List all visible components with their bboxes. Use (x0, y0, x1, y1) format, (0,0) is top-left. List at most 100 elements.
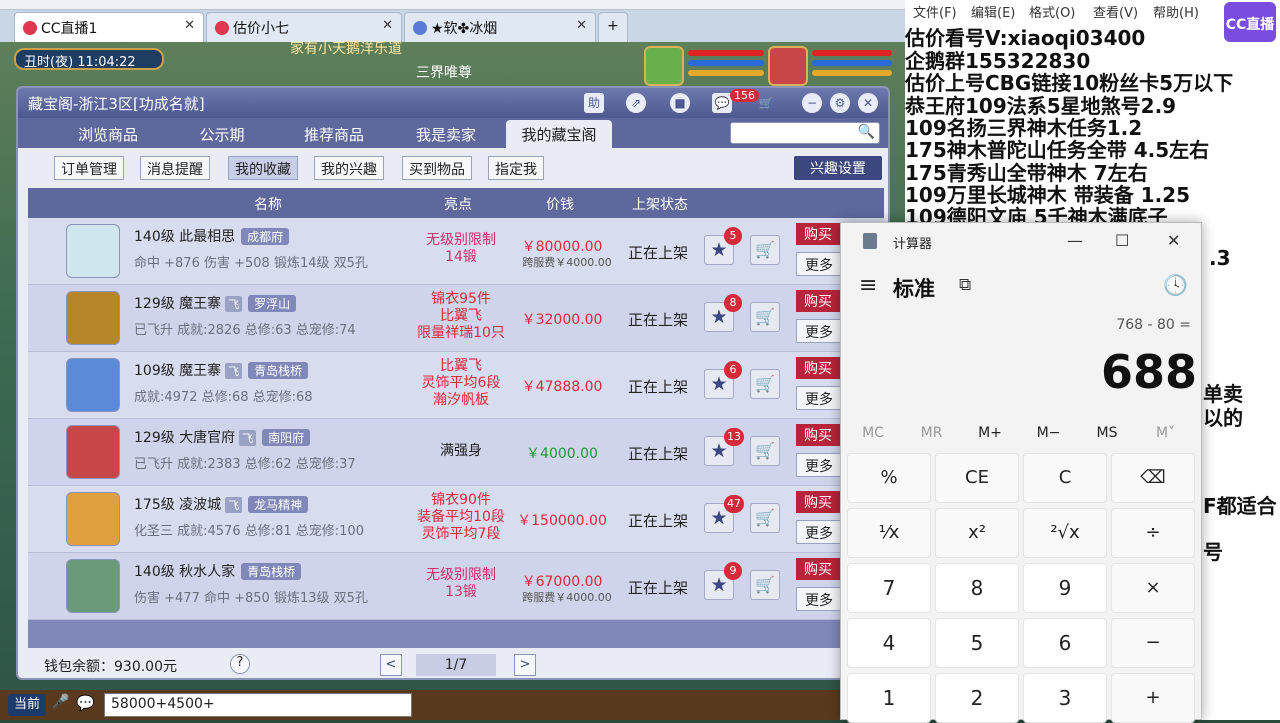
chat-input[interactable]: 58000+4500+ (104, 693, 412, 717)
memory-mc-button[interactable]: MC (845, 425, 901, 441)
channel-current-button[interactable]: 当前 (8, 694, 46, 716)
help-button[interactable]: ? (230, 654, 250, 674)
memory-m-plus-button[interactable]: M+ (962, 425, 1018, 441)
digit-8-key[interactable]: 8 (935, 563, 1019, 613)
table-row[interactable]: 129级 大唐官府飞南阳府 已飞升 成就:2383 总修:62 总宠修:37 满… (28, 419, 884, 486)
tab-browse[interactable]: 浏览商品 (60, 120, 156, 148)
add-to-cart-icon[interactable]: 🛒 (750, 503, 780, 533)
subtab-messages[interactable]: 消息提醒 (140, 156, 210, 180)
operator-key[interactable]: ÷ (1111, 508, 1195, 558)
cart-icon[interactable]: 🛒 (756, 93, 776, 113)
tab-recommended[interactable]: 推荐商品 (286, 120, 382, 148)
menu-format[interactable]: 格式(O) (1029, 2, 1075, 21)
digit-2-key[interactable]: 2 (935, 673, 1019, 723)
item-thumbnail[interactable] (66, 224, 120, 278)
emoji-icon[interactable]: 💬 (76, 694, 98, 716)
stop-icon[interactable]: ■ (670, 93, 690, 113)
minimize-icon[interactable]: — (1067, 231, 1083, 250)
item-thumbnail[interactable] (66, 425, 120, 479)
operator-key[interactable]: ⌫ (1111, 453, 1195, 503)
operator-key[interactable]: ²√x (1023, 508, 1107, 558)
table-row[interactable]: 109级 魔王寨飞青岛栈桥 成就:4972 总修:68 总宠修:68 比翼飞 灵饰… (28, 352, 884, 419)
player-portrait[interactable] (768, 46, 808, 86)
subtab-interests[interactable]: 我的兴趣 (314, 156, 384, 180)
settings-gear-icon[interactable]: ⚙ (830, 93, 850, 113)
item-title[interactable]: 109级 魔王寨飞青岛栈桥 (134, 360, 309, 380)
menu-file[interactable]: 文件(F) (913, 2, 957, 21)
share-icon[interactable]: ⇗ (626, 93, 646, 113)
search-input[interactable]: 🔍 (730, 122, 880, 144)
item-title[interactable]: 129级 魔王寨飞罗浮山 (134, 293, 297, 313)
add-to-cart-icon[interactable]: 🛒 (750, 369, 780, 399)
digit-3-key[interactable]: 3 (1023, 673, 1107, 723)
digit-5-key[interactable]: 5 (935, 618, 1019, 668)
item-thumbnail[interactable] (66, 492, 120, 546)
close-icon[interactable]: ✕ (576, 18, 587, 33)
subtab-favorites[interactable]: 我的收藏 (228, 156, 298, 180)
operator-key[interactable]: − (1111, 618, 1195, 668)
nav-tabs: 浏览商品 公示期 推荐商品 我是卖家 我的藏宝阁 🔍 (18, 118, 888, 148)
close-icon[interactable]: ✕ (382, 18, 393, 33)
tab-my-pavilion[interactable]: 我的藏宝阁 (506, 120, 612, 148)
minimize-icon[interactable]: − (802, 93, 822, 113)
message-icon[interactable]: 💬 (712, 93, 732, 113)
pet-portrait[interactable] (644, 46, 684, 86)
operator-key[interactable]: ¹⁄x (847, 508, 931, 558)
add-to-cart-icon[interactable]: 🛒 (750, 302, 780, 332)
search-icon[interactable]: 🔍 (858, 124, 875, 140)
help-icon[interactable]: 助 (584, 93, 604, 113)
item-title[interactable]: 129级 大唐官府飞南阳府 (134, 427, 311, 447)
menu-help[interactable]: 帮助(H) (1153, 2, 1199, 21)
operator-key[interactable]: % (847, 453, 931, 503)
add-to-cart-icon[interactable]: 🛒 (750, 235, 780, 265)
table-row[interactable]: 175级 凌波城飞龙马精神 化圣三 成就:4576 总修:81 总宠修:100 … (28, 486, 884, 553)
new-tab-button[interactable]: + (598, 12, 628, 42)
memory-m-list-button[interactable]: M˅ (1138, 425, 1194, 441)
table-header: 名称 亮点 价钱 上架状态 (28, 188, 884, 218)
subtab-assigned[interactable]: 指定我 (488, 156, 544, 180)
item-thumbnail[interactable] (66, 559, 120, 613)
tab-public[interactable]: 公示期 (182, 120, 262, 148)
interest-settings-button[interactable]: 兴趣设置 (794, 156, 882, 180)
table-row[interactable]: 140级 秋水人家 青岛栈桥 伤害 +477 命中 +850 锻炼13级 双5孔 … (28, 553, 884, 620)
item-thumbnail[interactable] (66, 358, 120, 412)
digit-1-key[interactable]: 1 (847, 673, 931, 723)
table-row[interactable]: 140级 此最相思 成都府 命中 +876 伤害 +508 锻炼14级 双5孔 无… (28, 218, 884, 285)
digit-7-key[interactable]: 7 (847, 563, 931, 613)
add-to-cart-icon[interactable]: 🛒 (750, 436, 780, 466)
close-icon[interactable]: ✕ (858, 93, 878, 113)
add-to-cart-icon[interactable]: 🛒 (750, 570, 780, 600)
item-title[interactable]: 140级 此最相思 成都府 (134, 226, 290, 246)
operator-key[interactable]: + (1111, 673, 1195, 723)
history-icon[interactable]: 🕓 (1163, 273, 1188, 297)
table-row[interactable]: 129级 魔王寨飞罗浮山 已飞升 成就:2826 总修:63 总宠修:74 锦衣… (28, 285, 884, 352)
memory-ms-button[interactable]: MS (1079, 425, 1135, 441)
next-page-button[interactable]: > (514, 654, 536, 676)
maximize-icon[interactable]: ☐ (1115, 231, 1129, 250)
digit-4-key[interactable]: 4 (847, 618, 931, 668)
item-thumbnail[interactable] (66, 291, 120, 345)
item-title[interactable]: 175级 凌波城飞龙马精神 (134, 494, 309, 514)
digit-6-key[interactable]: 6 (1023, 618, 1107, 668)
operator-key[interactable]: CE (935, 453, 1019, 503)
memory-mr-button[interactable]: MR (904, 425, 960, 441)
menu-view[interactable]: 查看(V) (1093, 2, 1138, 21)
operator-key[interactable]: × (1111, 563, 1195, 613)
voice-icon[interactable]: 🎤 (52, 694, 70, 716)
item-title[interactable]: 140级 秋水人家 青岛栈桥 (134, 561, 302, 581)
browser-tab-cc-live[interactable]: CC直播1 ✕ (14, 12, 204, 42)
close-icon[interactable]: ✕ (1167, 231, 1180, 250)
subtab-orders[interactable]: 订单管理 (54, 156, 124, 180)
operator-key[interactable]: C (1023, 453, 1107, 503)
close-icon[interactable]: ✕ (184, 18, 195, 33)
memory-m-minus-button[interactable]: M− (1021, 425, 1077, 441)
subtab-purchased[interactable]: 买到物品 (402, 156, 472, 180)
menu-hamburger-icon[interactable]: ≡ (859, 273, 877, 298)
operator-key[interactable]: x² (935, 508, 1019, 558)
digit-9-key[interactable]: 9 (1023, 563, 1107, 613)
tab-seller[interactable]: 我是卖家 (398, 120, 494, 148)
browser-tab-bingyan[interactable]: ★软✤冰烟 ✕ (404, 12, 596, 42)
menu-edit[interactable]: 编辑(E) (971, 2, 1015, 21)
prev-page-button[interactable]: < (380, 654, 402, 676)
keep-on-top-icon[interactable]: ⧉ (959, 275, 971, 295)
